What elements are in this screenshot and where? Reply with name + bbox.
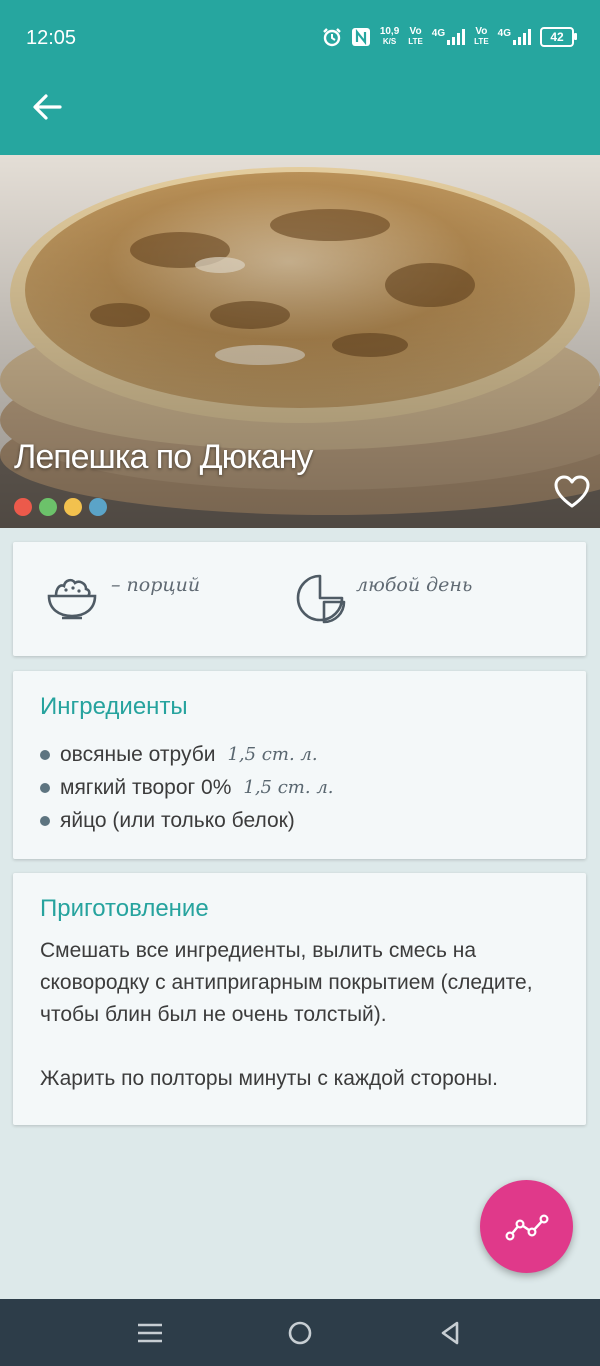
preparation-paragraph: Жарить по полторы минуты с каждой сторон… bbox=[40, 1067, 498, 1090]
preparation-paragraph: Смешать все ингредиенты, вылить смесь на… bbox=[40, 939, 533, 1026]
ingredient-name: яйцо (или только белок) bbox=[60, 808, 295, 832]
alarm-icon bbox=[322, 28, 341, 47]
signal-2: 4G bbox=[498, 29, 531, 45]
status-icons: 10,9 K/S Vo LTE 4G Vo LTE 4G 42 bbox=[322, 22, 577, 52]
ingredients-list: овсяные отруби 1,5 ст. л. мягкий творог … bbox=[40, 738, 334, 837]
day-text: любой день bbox=[356, 574, 473, 596]
signal-bars-icon bbox=[447, 29, 466, 45]
nfc-icon bbox=[351, 28, 370, 46]
list-item: овсяные отруби 1,5 ст. л. bbox=[40, 738, 334, 771]
preparation-text: Смешать все ингредиенты, вылить смесь на… bbox=[40, 935, 570, 1127]
color-dots bbox=[14, 498, 107, 516]
back-triangle-icon[interactable] bbox=[434, 1317, 466, 1349]
menu-icon[interactable] bbox=[134, 1317, 166, 1349]
color-dot bbox=[64, 498, 82, 516]
status-time: 12:05 bbox=[26, 27, 77, 49]
color-dot bbox=[14, 498, 32, 516]
favorite-heart-icon[interactable] bbox=[554, 475, 590, 509]
chart-fab-button[interactable] bbox=[480, 1180, 573, 1273]
system-nav-bar bbox=[0, 1299, 600, 1366]
pie-chart-icon bbox=[296, 574, 346, 624]
recipe-title: Лепешка по Дюкану bbox=[14, 438, 313, 476]
ingredients-title: Ингредиенты bbox=[40, 693, 188, 720]
back-arrow-icon[interactable] bbox=[30, 90, 64, 124]
volte-badge-2: Vo LTE bbox=[474, 26, 489, 47]
bullet bbox=[40, 815, 50, 826]
ingredient-name: овсяные отруби bbox=[60, 742, 216, 766]
info-card: – порций любой день bbox=[13, 542, 586, 656]
color-dot bbox=[89, 498, 107, 516]
line-chart-icon bbox=[504, 1213, 548, 1241]
ingredient-amount: 1,5 ст. л. bbox=[243, 777, 334, 798]
ingredient-name: мягкий творог 0% bbox=[60, 775, 232, 799]
portions-text: – порций bbox=[111, 574, 201, 596]
preparation-card: Приготовление Смешать все ингредиенты, в… bbox=[13, 873, 586, 1125]
net-speed: 10,9 K/S bbox=[379, 26, 400, 47]
list-item: яйцо (или только белок) bbox=[40, 804, 334, 837]
list-item: мягкий творог 0% 1,5 ст. л. bbox=[40, 771, 334, 804]
signal-1: 4G bbox=[432, 29, 466, 45]
home-circle-icon[interactable] bbox=[284, 1317, 316, 1349]
signal-bars-icon bbox=[513, 29, 531, 45]
volte-badge-1: Vo LTE bbox=[408, 26, 423, 47]
preparation-title: Приготовление bbox=[40, 895, 209, 922]
battery-icon: 42 bbox=[540, 27, 577, 47]
ingredients-card: Ингредиенты овсяные отруби 1,5 ст. л. мя… bbox=[13, 671, 586, 859]
ingredient-amount: 1,5 ст. л. bbox=[227, 744, 318, 765]
app-bar: 12:05 10,9 K/S Vo LTE 4G Vo LTE 4G 42 bbox=[0, 0, 600, 155]
bullet bbox=[40, 782, 50, 793]
bullet bbox=[40, 749, 50, 760]
bowl-icon bbox=[47, 578, 97, 620]
color-dot bbox=[39, 498, 57, 516]
